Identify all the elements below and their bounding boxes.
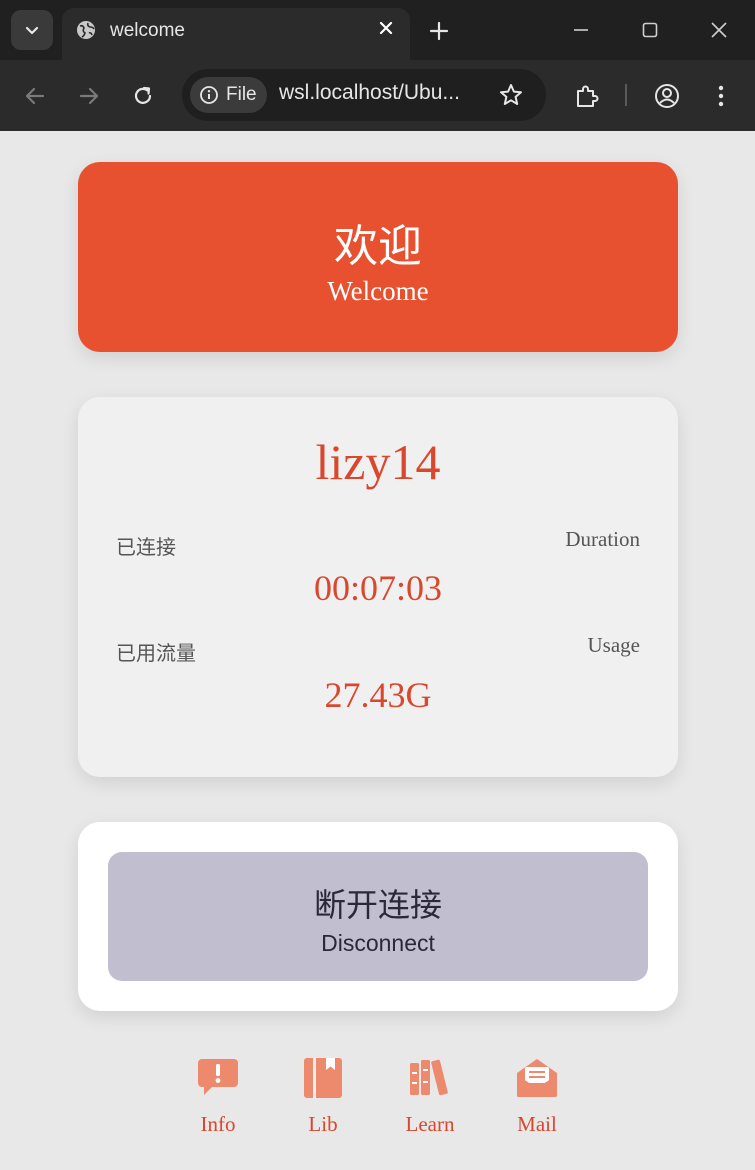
tab-title: welcome [110, 20, 185, 41]
info-comment-icon [198, 1059, 238, 1095]
disconnect-label-zh: 断开连接 [313, 886, 442, 924]
connection-status-card: lizy14 已连接 Duration 00:07:03 已用流量 Usage … [78, 397, 678, 777]
duration-value: 00:07:03 [313, 568, 442, 608]
maximize-icon[interactable] [640, 20, 660, 40]
nav-item-lib[interactable]: Lib [283, 1055, 363, 1137]
bottom-nav: Info Lib Learn Mail [0, 1055, 755, 1155]
disconnect-label-en: Disconnect [321, 930, 435, 956]
nav-item-info[interactable]: Info [178, 1055, 258, 1137]
username: lizy14 [315, 434, 441, 490]
extensions-puzzle-icon[interactable] [573, 82, 601, 110]
url-text[interactable]: wsl.localhost/Ubu... [279, 81, 460, 105]
welcome-title-zh: 欢迎 [334, 221, 422, 272]
profile-avatar-icon[interactable] [653, 82, 681, 110]
books-icon [410, 1059, 448, 1096]
close-window-icon[interactable] [709, 20, 729, 40]
usage-label-zh: 已用流量 [116, 641, 196, 665]
nav-item-learn[interactable]: Learn [390, 1055, 470, 1137]
action-card: 断开连接 Disconnect [78, 822, 678, 1011]
info-circle-icon [200, 86, 218, 104]
nav-item-mail[interactable]: Mail [497, 1055, 577, 1137]
connected-label-zh: 已连接 [116, 535, 176, 559]
more-menu-icon[interactable] [707, 82, 735, 110]
chevron-down-icon [25, 26, 39, 35]
welcome-title-en: Welcome [327, 276, 429, 306]
usage-value: 27.43G [324, 675, 432, 715]
close-tab-icon[interactable] [376, 18, 396, 38]
globe-icon [77, 21, 95, 39]
tab-strip: welcome [0, 0, 755, 60]
toolbar: File wsl.localhost/Ubu... [0, 60, 755, 131]
bookmark-star-icon[interactable] [498, 82, 524, 108]
new-tab-plus-icon[interactable] [428, 20, 450, 42]
reload-icon[interactable] [130, 83, 156, 109]
nav-label-lib: Lib [308, 1112, 338, 1136]
disconnect-button[interactable]: 断开连接 Disconnect [108, 852, 648, 981]
site-info-chip[interactable]: File [190, 77, 267, 113]
site-chip-label: File [226, 84, 257, 105]
active-tab[interactable]: welcome [62, 8, 410, 60]
mail-icon [517, 1059, 557, 1097]
browser-chrome: welcome File wsl.localhost/Ubu... [0, 0, 755, 131]
toolbar-separator [625, 84, 627, 106]
forward-arrow-icon[interactable] [76, 83, 102, 109]
nav-label-mail: Mail [517, 1112, 557, 1136]
address-bar[interactable]: File wsl.localhost/Ubu... [182, 69, 546, 121]
nav-label-learn: Learn [405, 1112, 455, 1136]
library-book-icon [304, 1058, 342, 1098]
nav-label-info: Info [200, 1112, 236, 1136]
welcome-banner: 欢迎 Welcome [78, 162, 678, 352]
tab-search-button[interactable] [11, 10, 53, 50]
usage-label-en: Usage [587, 633, 640, 657]
back-arrow-icon[interactable] [22, 83, 48, 109]
minimize-icon[interactable] [571, 20, 591, 40]
duration-label-en: Duration [565, 527, 640, 551]
